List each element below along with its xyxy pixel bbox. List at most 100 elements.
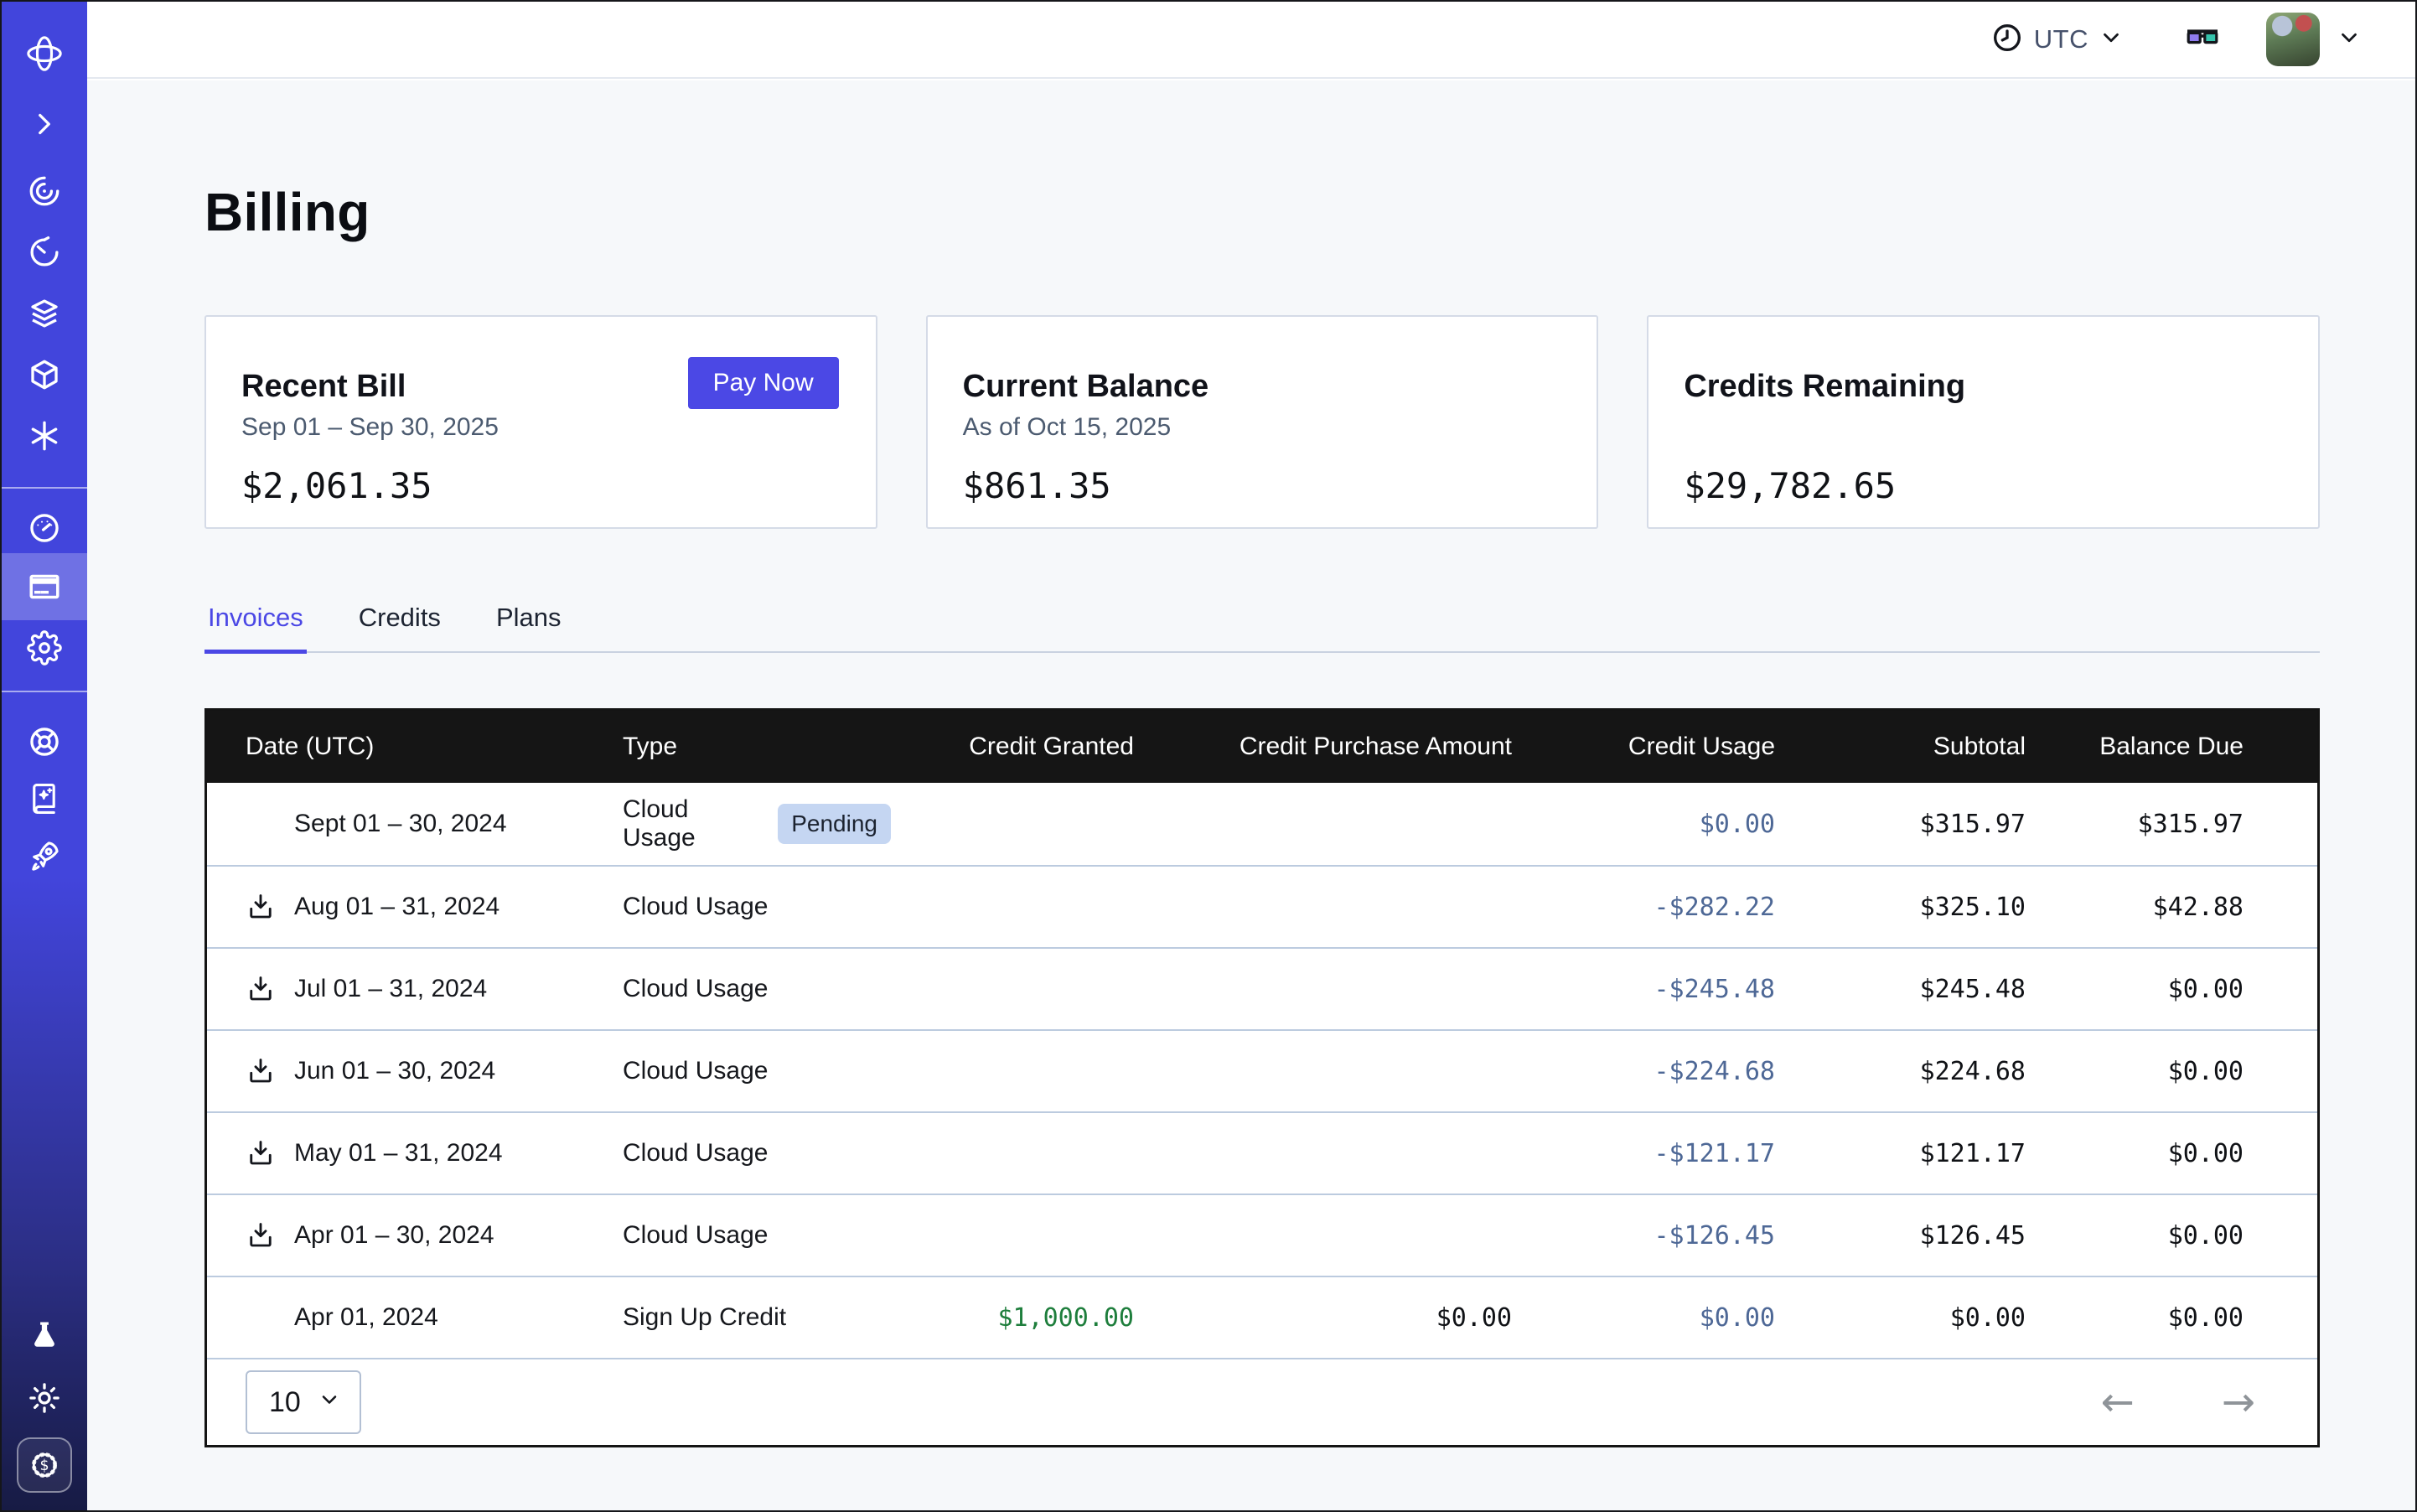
credits-remaining-card: Credits Remaining $29,782.65 <box>1647 315 2320 529</box>
cube-icon <box>27 357 62 392</box>
credit-usage-value: $0.00 <box>1512 1303 1775 1333</box>
invoice-type: Cloud Usage <box>623 1057 768 1085</box>
pagination-controls: ← → <box>2101 1382 2255 1422</box>
tab-plans[interactable]: Plans <box>493 603 565 651</box>
tab-invoices[interactable]: Invoices <box>204 603 307 651</box>
card-title: Current Balance <box>963 369 1560 405</box>
invoice-type: Cloud Usage <box>623 795 763 852</box>
invoice-date: Apr 01 – 30, 2024 <box>294 1221 494 1250</box>
column-header-credit-usage: Credit Usage <box>1512 733 1775 761</box>
page-size-select[interactable]: 10 <box>246 1370 361 1434</box>
user-avatar <box>2266 13 2320 66</box>
sidebar-item-layers[interactable] <box>2 280 87 347</box>
chevron-right-icon <box>27 106 62 142</box>
balance-due-value: $0.00 <box>2026 1057 2244 1086</box>
column-header-subtotal: Subtotal <box>1775 733 2026 761</box>
invoice-date: Jul 01 – 31, 2024 <box>294 975 487 1003</box>
card-subtitle: As of Oct 15, 2025 <box>963 413 1560 445</box>
table-row: Sept 01 – 30, 2024Cloud UsagePending$0.0… <box>207 783 2317 865</box>
tab-credits[interactable]: Credits <box>355 603 444 651</box>
rocket-icon <box>27 838 62 873</box>
sidebar-item-activity[interactable] <box>2 219 87 286</box>
asterisk-icon <box>27 418 62 453</box>
table-footer: 10 ← → <box>207 1358 2317 1445</box>
next-page-button[interactable]: → <box>2222 1382 2255 1422</box>
credit-granted-value: $1,000.00 <box>891 1303 1134 1333</box>
dollar-badge-icon: $ <box>17 1437 72 1493</box>
topbar: UTC <box>87 2 2415 79</box>
invoice-type: Cloud Usage <box>623 1221 768 1250</box>
billing-page: Billing Recent Bill Sep 01 – Sep 30, 202… <box>87 80 2415 1510</box>
summary-cards: Recent Bill Sep 01 – Sep 30, 2025 $2,061… <box>204 315 2320 529</box>
credit-usage-value: -$224.68 <box>1512 1057 1775 1086</box>
invoice-type: Cloud Usage <box>623 893 768 921</box>
theme-toggle[interactable] <box>2 1364 87 1432</box>
view-mode-button[interactable] <box>2182 18 2223 62</box>
sidebar-item-usage[interactable] <box>2 495 87 562</box>
subtotal-value: $121.17 <box>1775 1139 2026 1168</box>
sidebar-divider <box>2 691 87 692</box>
download-invoice-button[interactable] <box>246 1138 276 1168</box>
recent-bill-amount: $2,061.35 <box>241 465 839 506</box>
balance-due-value: $0.00 <box>2026 1303 2244 1333</box>
sidebar-item-billing[interactable] <box>2 553 87 620</box>
invoice-date: Sept 01 – 30, 2024 <box>294 810 507 838</box>
pay-now-button[interactable]: Pay Now <box>688 357 839 409</box>
subtotal-value: $245.48 <box>1775 975 2026 1004</box>
subtotal-value: $315.97 <box>1775 810 2026 839</box>
invoices-table: Date (UTC)TypeCredit GrantedCredit Purch… <box>204 708 2320 1447</box>
account-menu[interactable] <box>2266 13 2362 66</box>
column-header-credit-granted: Credit Granted <box>891 733 1134 761</box>
invoice-date: Aug 01 – 31, 2024 <box>294 893 499 921</box>
spiral-icon <box>27 173 62 209</box>
balance-due-value: $0.00 <box>2026 1139 2244 1168</box>
timer-icon <box>27 235 62 270</box>
gear-icon <box>27 630 62 665</box>
chevron-down-icon <box>2337 25 2362 54</box>
sidebar-item-labs[interactable] <box>2 1302 87 1370</box>
download-invoice-button[interactable] <box>246 1056 276 1086</box>
current-balance-amount: $861.35 <box>963 465 1560 506</box>
card-subtitle: Sep 01 – Sep 30, 2025 <box>241 413 839 445</box>
timezone-selector[interactable]: UTC <box>1990 21 2124 59</box>
balance-due-value: $0.00 <box>2026 1221 2244 1251</box>
table-row: Jul 01 – 31, 2024Cloud Usage-$245.48$245… <box>207 947 2317 1029</box>
invoice-type: Sign Up Credit <box>623 1303 786 1332</box>
download-invoice-button[interactable] <box>246 974 276 1004</box>
timezone-label: UTC <box>2034 24 2088 54</box>
column-header-type: Type <box>623 733 891 761</box>
balance-due-value: $42.88 <box>2026 893 2244 922</box>
balance-due-value: $315.97 <box>2026 810 2244 839</box>
sidebar-item-deployments[interactable] <box>2 341 87 408</box>
invoice-type: Cloud Usage <box>623 1139 768 1168</box>
sidebar-item-terminal[interactable] <box>2 91 87 158</box>
column-header-credit-purchase-amount: Credit Purchase Amount <box>1134 733 1512 761</box>
credit-purchase-value: $0.00 <box>1134 1303 1512 1333</box>
sidebar-item-services[interactable] <box>2 158 87 225</box>
page-size-value: 10 <box>269 1386 301 1419</box>
prev-page-button[interactable]: ← <box>2101 1382 2135 1422</box>
sidebar-item-functions[interactable] <box>2 402 87 469</box>
credits-promo-button[interactable]: $ <box>2 1432 87 1499</box>
table-row: May 01 – 31, 2024Cloud Usage-$121.17$121… <box>207 1111 2317 1194</box>
balance-due-value: $0.00 <box>2026 975 2244 1004</box>
sidebar-item-settings[interactable] <box>2 614 87 681</box>
credit-usage-value: -$121.17 <box>1512 1139 1775 1168</box>
clock-icon <box>1990 21 2024 59</box>
svg-text:$: $ <box>39 1458 49 1474</box>
sidebar-item-getting-started[interactable] <box>2 822 87 889</box>
invoice-type: Cloud Usage <box>623 975 768 1003</box>
credit-usage-value: $0.00 <box>1512 810 1775 839</box>
book-sparkle-icon <box>27 781 62 816</box>
sidebar: $ <box>2 2 87 1510</box>
card-subtitle <box>1684 413 2281 445</box>
download-invoice-button[interactable] <box>246 1220 276 1251</box>
subtotal-value: $126.45 <box>1775 1221 2026 1251</box>
subtotal-value: $325.10 <box>1775 893 2026 922</box>
app-logo[interactable] <box>2 20 87 87</box>
3d-glasses-icon <box>2182 18 2223 62</box>
card-title: Credits Remaining <box>1684 369 2281 405</box>
recent-bill-card: Recent Bill Sep 01 – Sep 30, 2025 $2,061… <box>204 315 877 529</box>
invoice-date: Jun 01 – 30, 2024 <box>294 1057 495 1085</box>
download-invoice-button[interactable] <box>246 892 276 922</box>
